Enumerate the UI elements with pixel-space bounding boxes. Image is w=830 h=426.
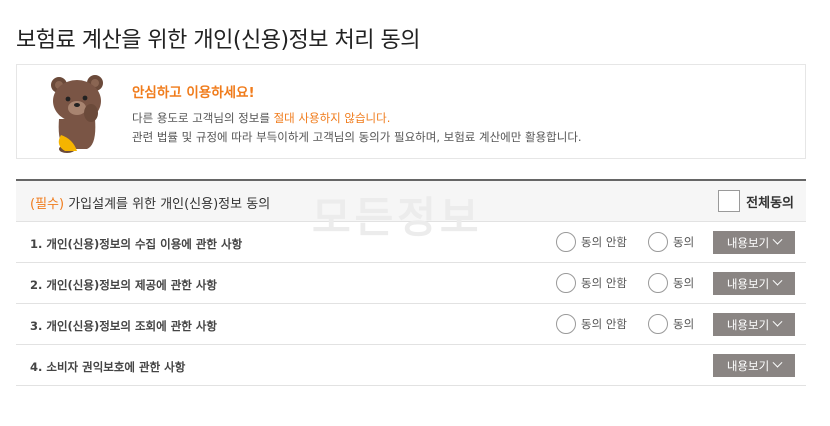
page-title: 보험료 계산을 위한 개인(신용)정보 처리 동의 [16, 28, 420, 53]
all-agree-toggle[interactable]: 전체동의 [718, 190, 794, 212]
section-header: (필수) 가입설계를 위한 개인(신용)정보 동의 모든정보 전체동의 [16, 181, 806, 242]
chevron-down-icon [772, 234, 783, 245]
chevron-down-icon [772, 357, 783, 368]
chevron-down-icon [772, 275, 783, 286]
consent-row: 2. 개인(신용)정보의 제공에 관한 사항 동의 안함 동의 내용보기 [16, 263, 806, 304]
disagree-option[interactable]: 동의 안함 [556, 273, 627, 293]
agree-radio[interactable] [648, 273, 668, 293]
notice-heading: 안심하고 이용하세요! [132, 85, 255, 101]
consent-row: 1. 개인(신용)정보의 수집 이용에 관한 사항 동의 안함 동의 내용보기 [16, 222, 806, 263]
view-details-label: 내용보기 [726, 235, 770, 250]
disagree-radio[interactable] [556, 314, 576, 334]
all-agree-label: 전체동의 [746, 195, 794, 211]
notice-line-1: 다른 용도로 고객님의 정보를 절대 사용하지 않습니다. [132, 109, 582, 128]
consent-row: 4. 소비자 권익보호에 관한 사항 내용보기 [16, 345, 806, 386]
consent-row: 3. 개인(신용)정보의 조회에 관한 사항 동의 안함 동의 내용보기 [16, 304, 806, 345]
section-title-text: 가입설계를 위한 개인(신용)정보 동의 [64, 197, 271, 212]
chevron-down-icon [772, 316, 783, 327]
view-details-label: 내용보기 [726, 358, 770, 373]
all-agree-checkbox[interactable] [718, 190, 741, 212]
consent-row-label: 3. 개인(신용)정보의 조회에 관한 사항 [30, 319, 218, 333]
notice-box: 안심하고 이용하세요! 다른 용도로 고객님의 정보를 절대 사용하지 않습니다… [16, 64, 806, 159]
view-details-button[interactable]: 내용보기 [713, 354, 795, 377]
notice-line-2: 관련 법률 및 규정에 따라 부득이하게 고객님의 동의가 필요하며, 보험료 … [132, 130, 582, 144]
agree-label: 동의 [673, 235, 695, 249]
agree-option[interactable]: 동의 [648, 273, 694, 293]
disagree-label: 동의 안함 [581, 317, 627, 331]
agree-label: 동의 [673, 276, 695, 290]
agree-radio[interactable] [648, 232, 668, 252]
disagree-label: 동의 안함 [581, 235, 627, 249]
view-details-button[interactable]: 내용보기 [713, 231, 795, 254]
required-tag: (필수) [30, 197, 65, 212]
disagree-label: 동의 안함 [581, 276, 627, 290]
consent-row-label: 4. 소비자 권익보호에 관한 사항 [30, 360, 186, 374]
consent-row-label: 2. 개인(신용)정보의 제공에 관한 사항 [30, 278, 218, 292]
agree-option[interactable]: 동의 [648, 314, 694, 334]
disagree-radio[interactable] [556, 232, 576, 252]
view-details-button[interactable]: 내용보기 [713, 313, 795, 336]
view-details-label: 내용보기 [726, 276, 770, 291]
consent-row-label: 1. 개인(신용)정보의 수집 이용에 관한 사항 [30, 237, 243, 251]
view-details-label: 내용보기 [726, 317, 770, 332]
disagree-option[interactable]: 동의 안함 [556, 314, 627, 334]
agree-radio[interactable] [648, 314, 668, 334]
disagree-radio[interactable] [556, 273, 576, 293]
notice-line-1-highlight: 절대 사용하지 않습니다. [273, 111, 391, 125]
consent-section: (필수) 가입설계를 위한 개인(신용)정보 동의 모든정보 전체동의 1. 개… [16, 179, 806, 386]
agree-label: 동의 [673, 317, 695, 331]
bear-mascot-icon [51, 75, 103, 153]
section-title: (필수) 가입설계를 위한 개인(신용)정보 동의 [30, 193, 270, 212]
agree-option[interactable]: 동의 [648, 232, 694, 252]
notice-line-1-text: 다른 용도로 고객님의 정보를 [132, 111, 274, 125]
view-details-button[interactable]: 내용보기 [713, 272, 795, 295]
disagree-option[interactable]: 동의 안함 [556, 232, 627, 252]
